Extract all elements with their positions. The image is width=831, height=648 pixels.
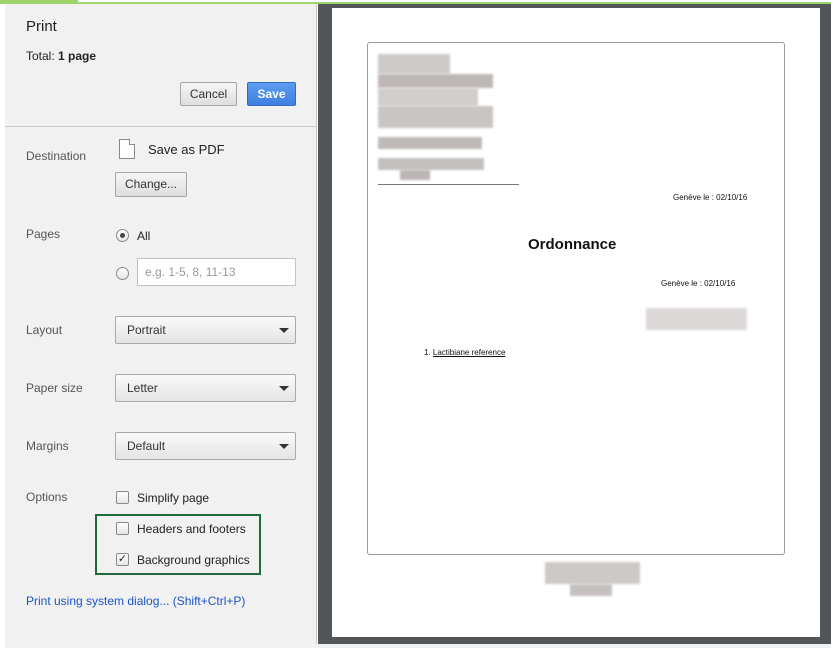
print-header: Print Total: 1 page Cancel Save — [5, 4, 317, 127]
chevron-down-icon — [279, 328, 289, 333]
header-rule — [378, 184, 519, 185]
destination-label: Destination — [26, 149, 87, 163]
pdf-document-icon — [119, 139, 135, 159]
cancel-button[interactable]: Cancel — [180, 82, 237, 106]
preview-heading: Ordonnance — [528, 236, 617, 253]
system-dialog-link[interactable]: Print using system dialog... (Shift+Ctrl… — [26, 594, 245, 608]
save-button[interactable]: Save — [247, 82, 296, 106]
margins-select[interactable]: Default — [115, 432, 296, 460]
simplify-page-label: Simplify page — [137, 491, 210, 505]
change-destination-button[interactable]: Change... — [115, 172, 187, 197]
options-label: Options — [26, 490, 68, 504]
page-range-input[interactable]: e.g. 1-5, 8, 11-13 — [137, 258, 296, 286]
bottom-bar — [5, 644, 831, 648]
destination-name: Save as PDF — [148, 142, 225, 157]
redacted-block — [400, 170, 430, 180]
pages-all-label: All — [137, 229, 151, 243]
headers-footers-checkbox[interactable] — [116, 522, 129, 535]
layout-select[interactable]: Portrait — [115, 316, 296, 344]
background-graphics-checkbox[interactable]: ✓ — [116, 553, 129, 566]
print-settings-sidebar: Print Total: 1 page Cancel Save Destinat… — [5, 4, 317, 644]
chevron-down-icon — [279, 386, 289, 391]
preview-list-item: 1. Lactibiane reference — [424, 348, 506, 357]
margins-label: Margins — [26, 439, 69, 453]
background-graphics-label: Background graphics — [137, 553, 250, 567]
redacted-block — [378, 88, 478, 106]
chevron-down-icon — [279, 444, 289, 449]
redacted-block — [646, 308, 747, 330]
page-count: Total: 1 page — [26, 49, 97, 63]
redacted-block — [378, 106, 493, 128]
pages-label: Pages — [26, 227, 61, 241]
redacted-block — [545, 562, 640, 584]
simplify-page-checkbox[interactable] — [116, 491, 129, 504]
layout-label: Layout — [26, 323, 63, 337]
redacted-block — [378, 137, 482, 149]
pages-all-radio[interactable] — [116, 229, 129, 242]
pages-range-radio[interactable] — [116, 267, 129, 280]
preview-date-line-2: Genève le : 02/10/16 — [661, 279, 736, 288]
paper-size-select[interactable]: Letter — [115, 374, 296, 402]
page-title: Print — [26, 18, 57, 35]
redacted-block — [378, 54, 450, 74]
paper-size-label: Paper size — [26, 381, 83, 395]
headers-footers-label: Headers and footers — [137, 522, 246, 536]
redacted-block — [378, 158, 484, 170]
redacted-block — [378, 74, 493, 88]
preview-date-line-1: Genève le : 02/10/16 — [673, 193, 748, 202]
redacted-block — [570, 584, 612, 596]
